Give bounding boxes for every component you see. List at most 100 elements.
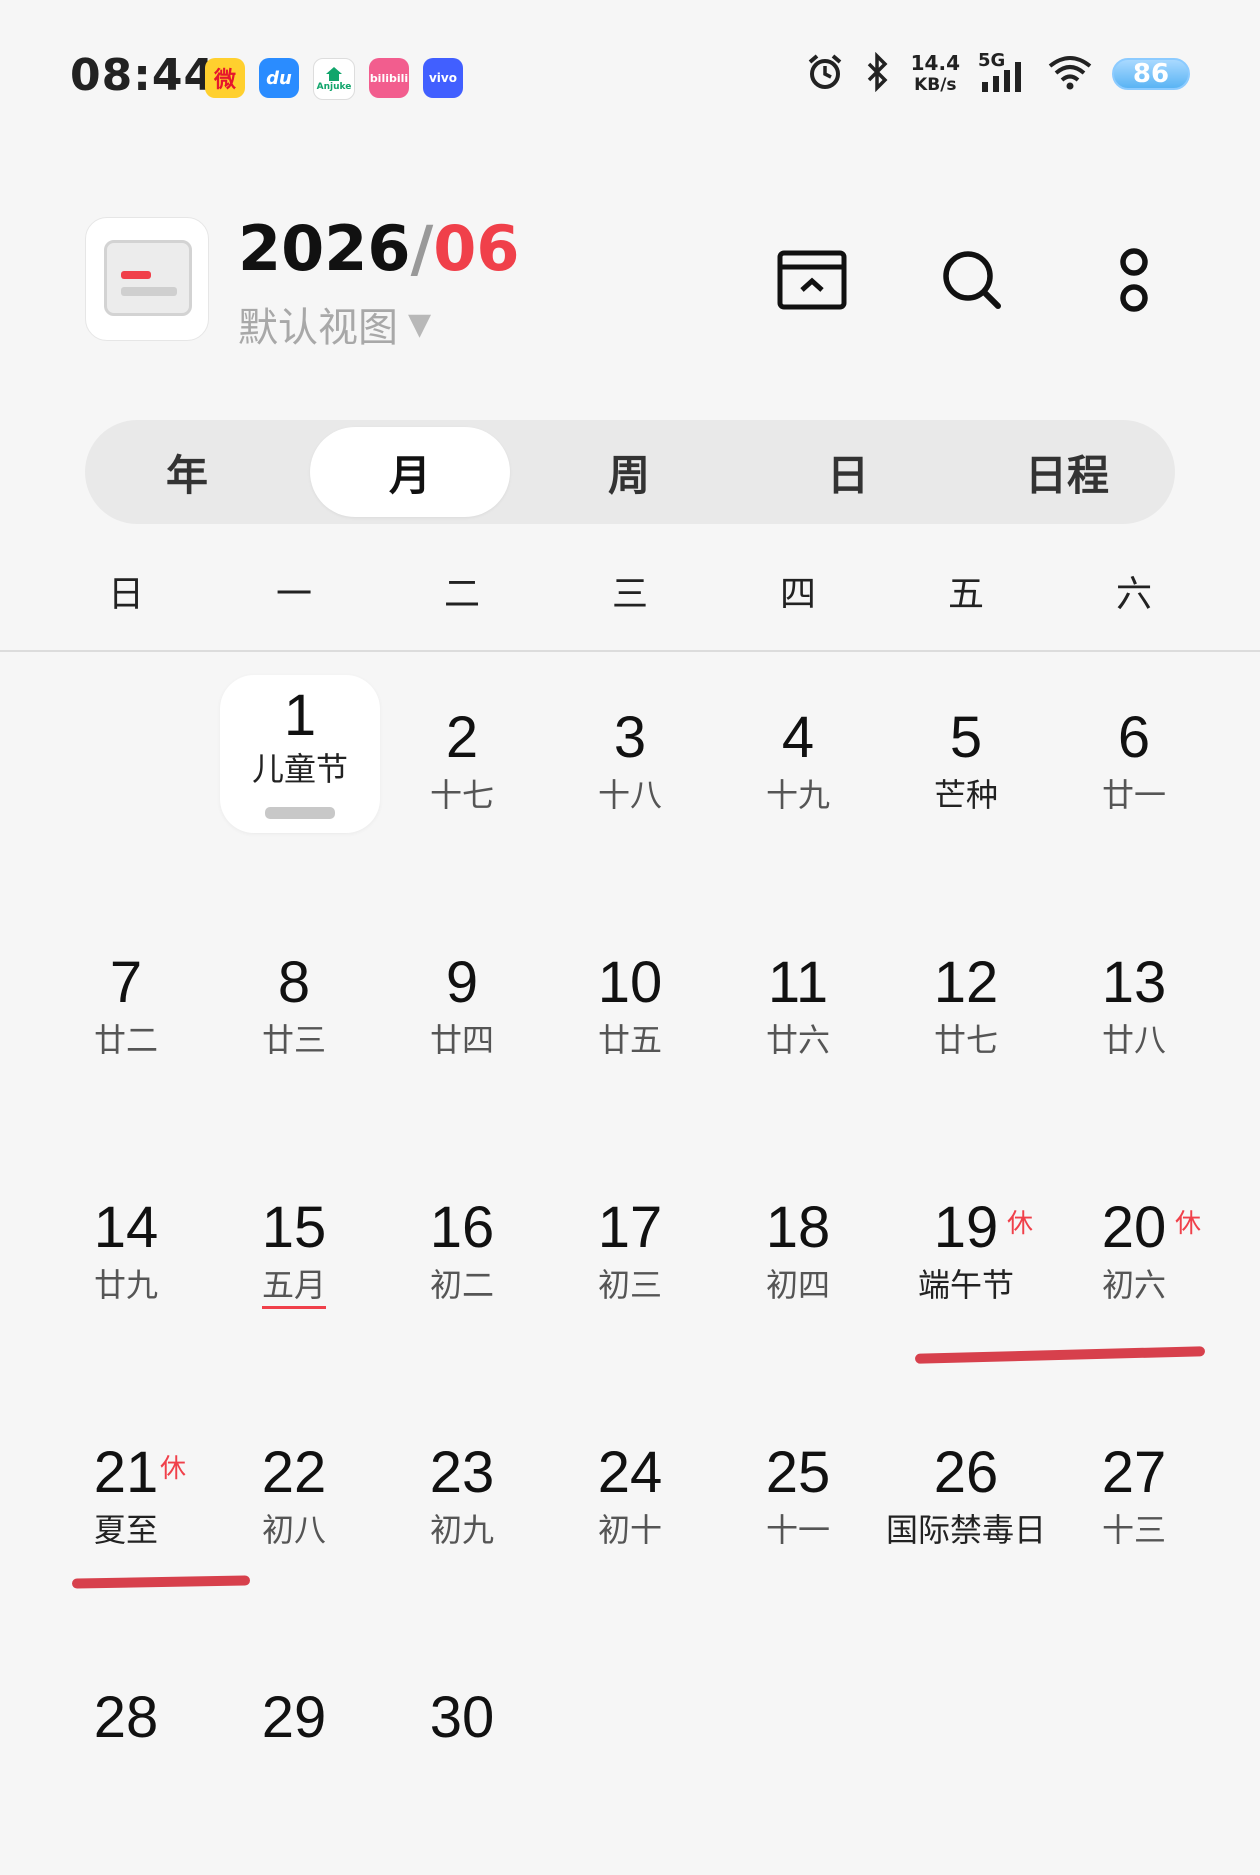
weekday-label: 六 (1115, 574, 1152, 615)
day-cell[interactable]: 5 芒种 (882, 655, 1050, 855)
calendar-logo-icon (104, 240, 192, 316)
day-lunar-label: 初二 (429, 1266, 494, 1304)
year-month-separator: / (410, 212, 434, 285)
day-lunar-label: 廿九 (93, 1266, 158, 1304)
today-button[interactable] (772, 240, 852, 320)
tab-day[interactable]: 日 (748, 427, 948, 517)
du-icon: du (259, 58, 299, 98)
caret-down-icon: ▼ (408, 306, 432, 342)
day-number: 26 (933, 1440, 999, 1505)
day-cell[interactable]: 14 廿九 (42, 1145, 210, 1345)
day-cell[interactable]: 30 (378, 1635, 546, 1835)
day-number: 7 (109, 950, 143, 1015)
cellular-signal: 5G (978, 50, 1028, 94)
bluetooth-icon (863, 51, 893, 96)
day-lunar-label: 廿五 (597, 1021, 662, 1059)
tab-week[interactable]: 周 (529, 427, 729, 517)
day-cell[interactable]: 9 廿四 (378, 900, 546, 1100)
status-bar: 08:44 微 du Anjuke bilibili vivo 14.4 KB/… (0, 0, 1260, 160)
day-cell[interactable]: 7 廿二 (42, 900, 210, 1100)
anjuke-icon: Anjuke (313, 58, 355, 100)
weibo-icon: 微 (205, 58, 245, 98)
day-cell[interactable]: 3 十八 (546, 655, 714, 855)
day-number: 9 (445, 950, 479, 1015)
event-indicator (265, 807, 335, 819)
day-lunar-label: 初八 (261, 1511, 326, 1549)
day-cell[interactable]: 26 国际禁毒日 (882, 1390, 1050, 1590)
day-cell[interactable]: 17 初三 (546, 1145, 714, 1345)
day-lunar-label: 廿二 (93, 1021, 158, 1059)
rest-day-badge: 休 (1007, 1209, 1034, 1239)
day-number: 8 (277, 950, 311, 1015)
day-cell[interactable]: 13 廿八 (1050, 900, 1218, 1100)
day-number: 23 (429, 1440, 495, 1505)
day-cell[interactable]: 4 十九 (714, 655, 882, 855)
vivo-icon: vivo (423, 58, 463, 98)
weekday-label: 日 (107, 574, 144, 615)
tab-schedule[interactable]: 日程 (967, 427, 1167, 517)
day-cell[interactable]: 16 初二 (378, 1145, 546, 1345)
day-cell[interactable]: 24 初十 (546, 1390, 714, 1590)
day-cell-holiday[interactable]: 19 休 端午节 (882, 1145, 1050, 1345)
weekday-header: 日 一 二 三 四 五 六 (42, 565, 1218, 630)
search-button[interactable] (932, 240, 1012, 320)
day-number: 25 (765, 1440, 831, 1505)
day-cell[interactable]: 18 初四 (714, 1145, 882, 1345)
more-dots-icon (1120, 248, 1148, 312)
day-number: 29 (261, 1685, 327, 1750)
day-number: 2 (445, 705, 479, 770)
day-number: 5 (949, 705, 983, 770)
network-speed: 14.4 KB/s (910, 51, 960, 95)
day-cell[interactable]: 25 十一 (714, 1390, 882, 1590)
weekday-label: 四 (779, 574, 816, 615)
alarm-icon (805, 52, 845, 96)
day-cell[interactable]: 27 十三 (1050, 1390, 1218, 1590)
day-lunar-label: 廿一 (1101, 776, 1166, 814)
day-holiday-label: 国际禁毒日 (885, 1511, 1046, 1549)
year-month-title[interactable]: 2026/06 (238, 212, 520, 285)
day-lunar-label: 初九 (429, 1511, 494, 1549)
week-row: 28 29 30 (42, 1635, 1218, 1875)
more-options-button[interactable] (1094, 240, 1174, 320)
day-lunar-label: 十七 (429, 776, 494, 814)
day-number: 15 (261, 1195, 327, 1260)
day-number: 18 (765, 1195, 831, 1260)
day-number: 30 (429, 1685, 495, 1750)
day-cell[interactable]: 12 廿七 (882, 900, 1050, 1100)
day-cell[interactable]: 28 (42, 1635, 210, 1835)
week-row: 21 休 夏至 22 初八 23 初九 24 初十 25 十一 26 国际禁毒日 27 十三 (42, 1390, 1218, 1630)
view-mode-selector[interactable]: 默认视图 ▼ (238, 295, 431, 353)
calendar-return-icon (777, 250, 847, 310)
day-cell[interactable]: 22 初八 (210, 1390, 378, 1590)
today-highlight: 1 儿童节 (220, 675, 380, 833)
tab-year[interactable]: 年 (87, 427, 287, 517)
day-cell[interactable]: 29 (210, 1635, 378, 1835)
day-number: 11 (767, 950, 829, 1015)
day-lunar-label: 初三 (597, 1266, 662, 1304)
day-lunar-label: 廿三 (261, 1021, 326, 1059)
day-cell[interactable]: 8 廿三 (210, 900, 378, 1100)
day-lunar-label: 十一 (765, 1511, 830, 1549)
day-cell-holiday[interactable]: 21 休 夏至 (42, 1390, 210, 1590)
day-cell[interactable]: 6 廿一 (1050, 655, 1218, 855)
week-row: 14 廿九 15 五月 16 初二 17 初三 18 初四 19 休 端午节 20 休 初… (42, 1145, 1218, 1385)
calendar-app-logo[interactable] (85, 217, 209, 341)
day-number: 27 (1101, 1440, 1167, 1505)
day-solar-term-label: 夏至 (93, 1511, 158, 1549)
month-label: 06 (433, 212, 520, 285)
signal-bars-icon (982, 62, 1021, 92)
day-cell-today[interactable]: 1 儿童节 (210, 655, 380, 855)
day-cell[interactable]: 10 廿五 (546, 900, 714, 1100)
tab-month[interactable]: 月 (310, 427, 510, 517)
day-cell[interactable]: 23 初九 (378, 1390, 546, 1590)
weekday-label: 三 (611, 574, 648, 615)
day-number: 3 (613, 705, 647, 770)
day-number: 1 (283, 683, 317, 748)
day-cell[interactable]: 15 五月 (210, 1145, 378, 1345)
day-number: 12 (933, 950, 999, 1015)
day-lunar-label: 初十 (597, 1511, 662, 1549)
day-cell[interactable]: 11 廿六 (714, 900, 882, 1100)
day-cell[interactable]: 2 十七 (378, 655, 546, 855)
day-number: 17 (597, 1195, 663, 1260)
day-cell-holiday[interactable]: 20 休 初六 (1050, 1145, 1218, 1345)
